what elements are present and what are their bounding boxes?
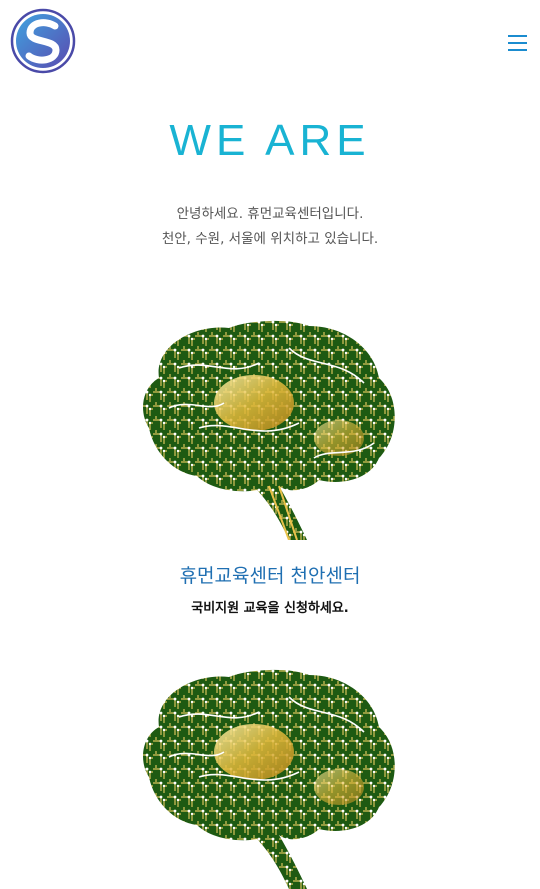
circuit-brain-icon [143, 320, 395, 540]
page-title: WE ARE [169, 116, 371, 165]
site-header [0, 0, 540, 80]
intro-text: 안녕하세요. 휴먼교육센터입니다. 천안, 수원, 서울에 위치하고 있습니다. [0, 202, 540, 252]
intro-line-2: 천안, 수원, 서울에 위치하고 있습니다. [161, 231, 379, 247]
intro-line-1: 안녕하세요. 휴먼교육센터입니다. [176, 206, 364, 222]
center-description: 국비지원 교육을 신청하세요. [191, 601, 349, 616]
center-title: 휴먼교육센터 천안센터 [179, 565, 361, 587]
circuit-brain-icon [143, 669, 395, 889]
s-circle-logo-icon[interactable] [10, 8, 76, 74]
hamburger-menu-icon[interactable] [504, 30, 532, 54]
